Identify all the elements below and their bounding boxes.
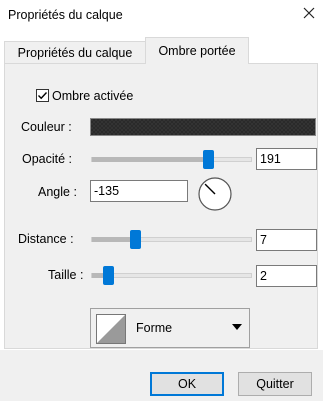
slider-thumb[interactable] bbox=[103, 266, 114, 285]
size-input[interactable] bbox=[256, 265, 317, 287]
checkmark-icon bbox=[38, 92, 48, 100]
opacity-label: Opacité : bbox=[22, 152, 73, 166]
shape-preview-icon bbox=[96, 314, 126, 344]
slider-thumb[interactable] bbox=[203, 150, 214, 169]
opacity-slider[interactable] bbox=[91, 150, 252, 171]
ok-button[interactable]: OK bbox=[150, 372, 224, 396]
slider-track bbox=[91, 273, 252, 278]
quit-button[interactable]: Quitter bbox=[238, 372, 312, 396]
size-label: Taille : bbox=[48, 268, 84, 282]
close-icon bbox=[303, 7, 315, 19]
distance-label: Distance : bbox=[18, 232, 74, 246]
window-title: Propriétés du calque bbox=[8, 8, 123, 22]
tab-drop-shadow[interactable]: Ombre portée bbox=[145, 37, 249, 64]
angle-label: Angle : bbox=[38, 185, 77, 199]
color-label: Couleur : bbox=[21, 120, 72, 134]
distance-input[interactable] bbox=[256, 229, 317, 251]
chevron-down-icon bbox=[232, 324, 242, 330]
tab-label: Ombre portée bbox=[158, 44, 236, 58]
angle-input[interactable] bbox=[90, 180, 188, 202]
tab-layer-properties[interactable]: Propriétés du calque bbox=[4, 41, 146, 63]
slider-fill bbox=[92, 157, 210, 162]
opacity-input[interactable] bbox=[256, 148, 317, 170]
angle-dial[interactable] bbox=[197, 176, 233, 212]
shadow-enabled-label: Ombre activée bbox=[52, 89, 134, 103]
slider-track bbox=[91, 237, 252, 242]
shadow-enabled-checkbox[interactable] bbox=[36, 89, 49, 102]
distance-slider[interactable] bbox=[91, 230, 252, 251]
tab-panel-drop-shadow bbox=[4, 63, 318, 349]
close-button[interactable] bbox=[298, 2, 320, 24]
tab-label: Propriétés du calque bbox=[17, 45, 133, 60]
slider-track bbox=[91, 157, 252, 162]
shape-dropdown-label: Forme bbox=[136, 321, 173, 335]
size-slider[interactable] bbox=[91, 266, 252, 287]
shadow-color-swatch[interactable] bbox=[90, 118, 316, 136]
slider-thumb[interactable] bbox=[130, 230, 141, 249]
